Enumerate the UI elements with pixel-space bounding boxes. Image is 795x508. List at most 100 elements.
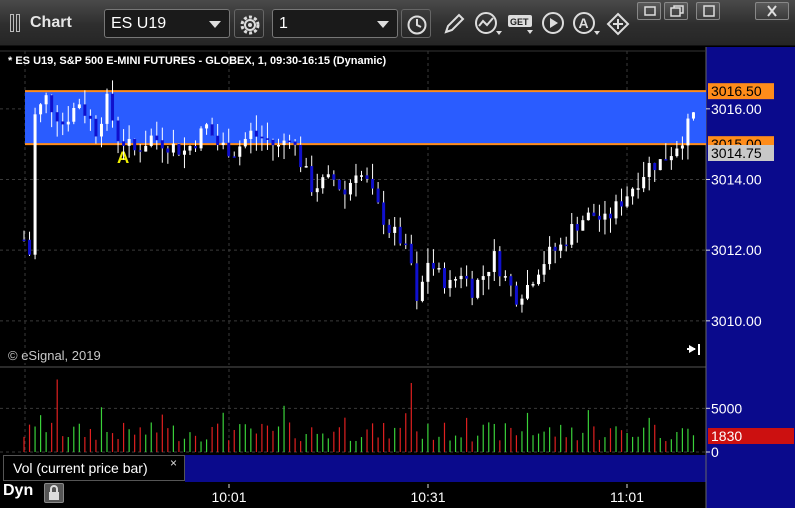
candle-body (653, 163, 657, 171)
candle-body (503, 276, 507, 278)
volume-tick-label: 0 (711, 444, 719, 460)
candle-body (343, 189, 347, 195)
candle-body (675, 148, 679, 157)
candle-body (592, 212, 596, 216)
candle-body (39, 104, 43, 115)
play-button[interactable] (541, 11, 567, 37)
restore-button[interactable] (664, 2, 688, 20)
candle-body (232, 156, 236, 158)
candle-body (99, 123, 103, 137)
close-button[interactable] (755, 2, 789, 20)
chart-header: * ES U19, S&P 500 E-MINI FUTURES - GLOBE… (8, 55, 387, 67)
candle-body (431, 262, 435, 269)
maximize-icon (703, 5, 715, 17)
candle-body (127, 138, 131, 146)
last-volume-label: 1830 (711, 428, 742, 444)
candle (199, 126, 203, 151)
candle-body (66, 121, 70, 125)
candle-body (77, 104, 81, 109)
alert-button[interactable]: A (572, 11, 600, 37)
candle-body (426, 262, 430, 282)
draw-pencil-button[interactable] (441, 11, 467, 37)
alert-a-icon: A (573, 12, 600, 35)
candle-body (387, 224, 391, 233)
candle-body (149, 135, 153, 146)
time-template-button[interactable] (401, 9, 431, 38)
candle-body (277, 145, 281, 147)
candle-body (454, 279, 458, 281)
candle-body (299, 144, 303, 168)
candle-body (337, 179, 341, 190)
candle-body (88, 115, 92, 119)
candle (337, 179, 341, 191)
candle-body (625, 196, 629, 207)
close-study-icon[interactable]: × (170, 456, 177, 470)
chart-area[interactable]: A 3016.003014.003012.003010.003016.50301… (0, 47, 795, 508)
band-upper-label: 3016.50 (711, 83, 762, 99)
candle-body (669, 156, 673, 161)
candle-body (265, 138, 269, 140)
candle (177, 143, 181, 157)
symbol-value: ES U19 (111, 15, 167, 32)
candle-body (492, 251, 496, 272)
candle-body (33, 114, 37, 255)
candle-body (227, 142, 231, 157)
candle-body (55, 112, 59, 122)
candle-body (442, 268, 446, 289)
symbol-select[interactable]: ES U19 (104, 9, 230, 38)
candle-body (376, 188, 380, 203)
candle-body (332, 174, 336, 180)
last-price-label: 3014.75 (711, 145, 762, 161)
candle-body (160, 140, 164, 149)
candle-body (72, 108, 76, 122)
candle-body (138, 150, 142, 152)
candle-body (221, 142, 225, 146)
candle-body (133, 138, 137, 151)
candle-body (686, 118, 690, 146)
candle-body (315, 188, 319, 193)
price-band (25, 91, 706, 145)
volume-tick-label: 5000 (711, 400, 742, 416)
candle-body (155, 135, 159, 141)
window-title: Chart (30, 14, 72, 31)
candle-body (282, 140, 286, 146)
candle-body (586, 212, 590, 221)
candle-body (631, 188, 635, 197)
settings-gear-button[interactable] (234, 9, 264, 38)
candle-body (271, 139, 275, 146)
candle-body (404, 243, 408, 246)
get-data-button[interactable]: GET (507, 11, 533, 37)
candle-body (520, 298, 524, 305)
candle-body (182, 150, 186, 155)
candle-body (365, 175, 369, 179)
candle-body (537, 274, 541, 285)
candle-body (542, 264, 546, 275)
lock-button[interactable] (44, 483, 64, 503)
candle-body (348, 182, 352, 195)
candle-body (144, 145, 148, 152)
candle-body (415, 263, 419, 301)
price-chart[interactable]: A 3016.003014.003012.003010.003016.50301… (0, 47, 795, 508)
maximize-button[interactable] (696, 2, 720, 20)
time-tick-label: 11:01 (610, 489, 644, 505)
studies-button[interactable] (474, 11, 502, 37)
candle-body (514, 285, 518, 305)
candle-body (254, 130, 258, 137)
candle-body (371, 178, 375, 189)
candle-body (642, 177, 646, 189)
interval-select[interactable]: 1 (272, 9, 398, 38)
candle-body (409, 243, 413, 264)
candle (476, 278, 480, 300)
candle-body (310, 166, 314, 193)
candle-body (177, 143, 181, 155)
time-tick-label: 10:01 (211, 489, 246, 505)
link-button[interactable] (605, 11, 631, 37)
candle-body (61, 121, 65, 125)
candle-body (581, 220, 585, 231)
candle-body (22, 239, 26, 242)
clock-icon (407, 15, 427, 35)
candle-body (94, 118, 98, 137)
minimize-icon (644, 6, 656, 16)
minimize-button[interactable] (637, 2, 661, 20)
dyn-label[interactable]: Dyn (3, 482, 33, 500)
